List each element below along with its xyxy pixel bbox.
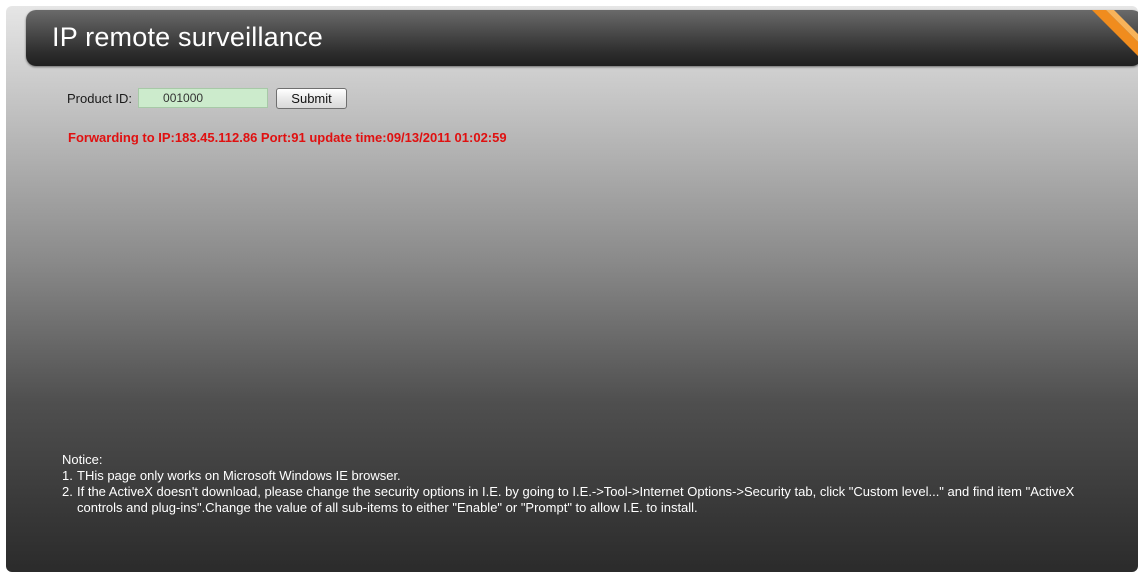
orange-corner-ribbon-icon [1092,10,1138,56]
page-title: IP remote surveillance [52,22,324,52]
submit-button[interactable]: Submit [276,87,348,109]
notice-item: 2. If the ActiveX doesn't download, plea… [62,484,1102,516]
product-id-input[interactable] [138,88,269,108]
notice-item: 1. THis page only works on Microsoft Win… [62,468,1102,484]
product-id-label: Product ID: [67,90,133,106]
notice-item-number: 1. [62,468,73,483]
notice-item-text: If the ActiveX doesn't download, please … [77,484,1075,515]
title-bar: IP remote surveillance [26,10,1138,66]
notice-item-number: 2. [62,484,73,499]
notice-item-text: THis page only works on Microsoft Window… [77,468,401,483]
notice-heading: Notice: [62,452,103,467]
product-id-form: Product ID: Submit [67,85,348,111]
main-panel: IP remote surveillance Product ID: Submi… [6,6,1138,572]
notice-section: Notice: 1. THis page only works on Micro… [62,452,1102,516]
forwarding-status-message: Forwarding to IP:183.45.112.86 Port:91 u… [68,130,507,145]
